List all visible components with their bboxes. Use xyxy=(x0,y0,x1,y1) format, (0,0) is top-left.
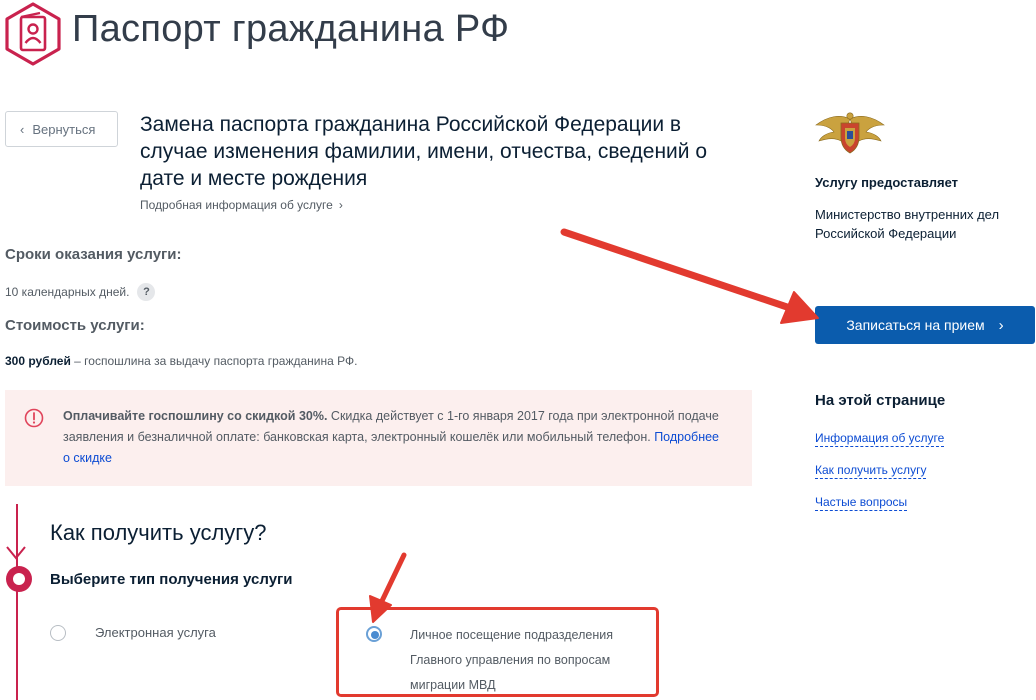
radio-electronic-label[interactable]: Электронная услуга xyxy=(95,625,216,640)
discount-bold: Оплачивайте госпошлину со скидкой 30%. xyxy=(63,409,328,423)
page-title: Паспорт гражданина РФ xyxy=(72,8,510,50)
appointment-button[interactable]: Записаться на прием › xyxy=(815,306,1035,344)
receive-type-title: Выберите тип получения услуги xyxy=(50,571,293,588)
on-page-link-how-to-get[interactable]: Как получить услугу xyxy=(815,463,927,479)
cost-amount: 300 рублей xyxy=(5,354,71,368)
service-details-label: Подробная информация об услуге xyxy=(140,198,333,212)
provider-label: Услугу предоставляет xyxy=(815,175,959,190)
passport-icon xyxy=(5,2,61,66)
mvd-emblem-icon xyxy=(815,112,885,154)
terms-value-text: 10 календарных дней. xyxy=(5,285,130,299)
timeline-step-marker-center xyxy=(13,573,25,585)
annotation-highlight-box xyxy=(336,607,659,697)
chevron-right-icon: › xyxy=(338,198,343,212)
help-icon[interactable]: ? xyxy=(137,283,156,301)
cost-value: 300 рублей – госпошлина за выдачу паспор… xyxy=(5,354,357,368)
alert-icon xyxy=(24,408,44,428)
on-page-link-service-info[interactable]: Информация об услуге xyxy=(815,431,945,447)
annotation-arrow-icon xyxy=(560,228,819,324)
on-page-link-faq[interactable]: Частые вопросы xyxy=(815,495,908,511)
back-button[interactable]: ‹ Вернуться xyxy=(5,111,118,147)
cost-label: Стоимость услуги: xyxy=(5,317,145,334)
chevron-right-icon: › xyxy=(998,316,1004,334)
service-title: Замена паспорта гражданина Российской Фе… xyxy=(140,113,708,190)
terms-label: Сроки оказания услуги: xyxy=(5,246,182,263)
cost-description: – госпошлина за выдачу паспорта граждани… xyxy=(70,354,358,368)
provider-name: Министерство внутренних дел Российской Ф… xyxy=(815,207,1000,241)
how-to-get-title: Как получить услугу? xyxy=(50,520,267,545)
terms-value: 10 календарных дней. ? xyxy=(5,283,156,301)
annotation-overlay xyxy=(6,228,819,623)
chevron-left-icon: ‹ xyxy=(20,121,25,137)
on-page-title: На этой странице xyxy=(815,392,946,409)
appointment-button-label: Записаться на прием xyxy=(846,317,985,333)
back-button-label: Вернуться xyxy=(32,121,96,137)
radio-electronic[interactable] xyxy=(50,625,66,641)
timeline-line xyxy=(16,504,18,700)
discount-text: Оплачивайте госпошлину со скидкой 30%. С… xyxy=(63,406,723,469)
service-details-link[interactable]: Подробная информация об услуге › xyxy=(140,198,343,212)
